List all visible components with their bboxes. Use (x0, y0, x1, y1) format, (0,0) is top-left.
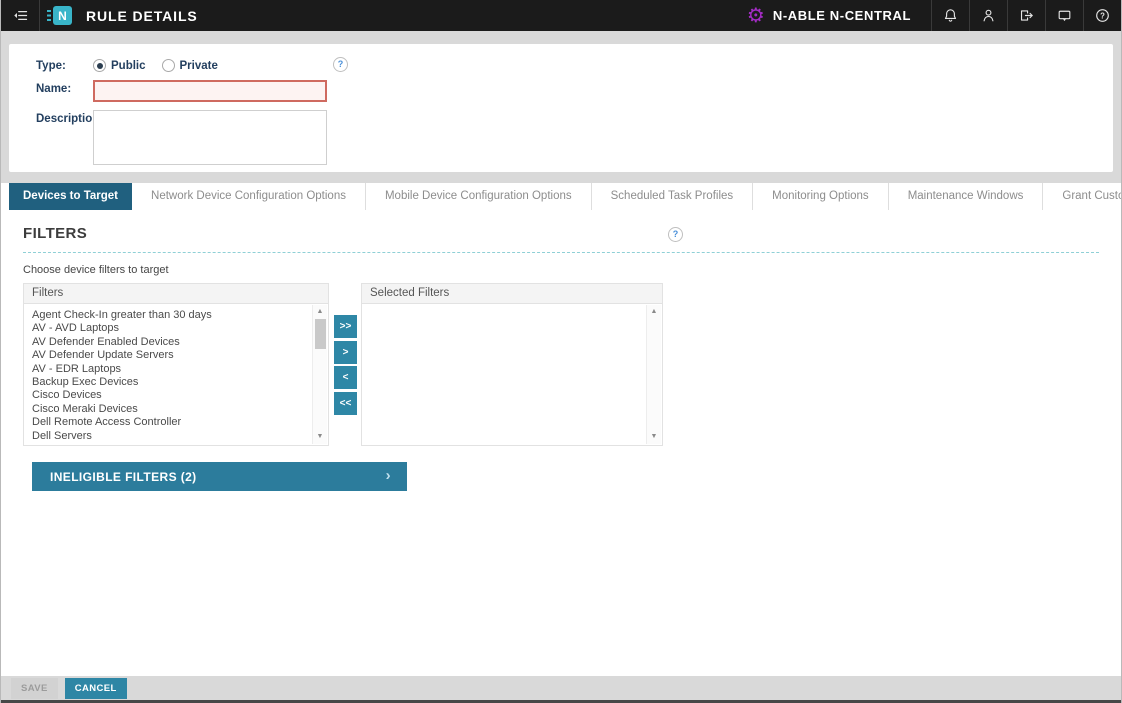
type-row: Type: Public Private (36, 57, 1113, 72)
move-all-left-button[interactable]: << (334, 392, 357, 415)
filter-option[interactable]: Agent Check-In greater than 30 days (32, 309, 308, 322)
scrollbar-thumb[interactable] (315, 319, 326, 349)
form-section: Type: Public Private ? Name: Description… (1, 31, 1121, 183)
scroll-up-icon[interactable]: ▲ (647, 307, 661, 317)
name-label: Name: (36, 80, 93, 95)
description-row: Description: (36, 110, 1113, 165)
cancel-button[interactable]: CANCEL (65, 678, 127, 699)
ineligible-filters-expander[interactable]: INELIGIBLE FILTERS (2) › (32, 462, 407, 491)
move-right-button[interactable]: > (334, 341, 357, 364)
save-button[interactable]: SAVE (11, 678, 58, 699)
tab-network-device-configuration-options[interactable]: Network Device Configuration Options (132, 183, 366, 210)
type-public-label: Public (111, 60, 146, 72)
filter-option[interactable]: AV Defender Update Servers (32, 349, 308, 362)
available-filters-box: Filters Agent Check-In greater than 30 d… (23, 283, 329, 446)
ncentral-logo-icon: N (53, 6, 72, 25)
filters-section-header: FILTERS (23, 210, 1099, 253)
tab-bar: Devices to Target Network Device Configu… (1, 183, 1121, 210)
filter-option[interactable]: Dell Remote Access Controller (32, 416, 308, 429)
available-filters-scrollbar[interactable]: ▲ ▼ (312, 305, 327, 444)
type-public-radio[interactable] (93, 59, 106, 72)
tab-grant-customers-sites-access[interactable]: Grant Customers & Sites Access (1043, 183, 1122, 210)
footer-bar: SAVE CANCEL (1, 676, 1121, 700)
selected-filters-box: Selected Filters ▲ ▼ (361, 283, 663, 446)
filters-subtitle: Choose device filters to target (23, 264, 1099, 276)
rule-details-page: N RULE DETAILS ⚙ N-ABLE N-CENTRAL (0, 0, 1122, 703)
chevron-right-icon: › (386, 467, 391, 484)
filter-option[interactable]: AV Defender Enabled Devices (32, 336, 308, 349)
feedback-chat-icon[interactable] (1045, 0, 1083, 31)
filter-option[interactable]: AV - EDR Laptops (32, 363, 308, 376)
filter-option[interactable]: Cisco Meraki Devices (32, 403, 308, 416)
filters-title: FILTERS (23, 225, 1099, 243)
filter-option[interactable]: Dell Servers (32, 430, 308, 443)
tab-scheduled-task-profiles[interactable]: Scheduled Task Profiles (592, 183, 754, 210)
type-private-label: Private (180, 60, 218, 72)
name-row: Name: (36, 80, 1113, 102)
available-filters-header: Filters (23, 283, 329, 304)
nable-brand: ⚙ N-ABLE N-CENTRAL (747, 0, 931, 31)
top-bar: N RULE DETAILS ⚙ N-ABLE N-CENTRAL (1, 0, 1121, 31)
selected-filters-scrollbar[interactable]: ▲ ▼ (646, 305, 661, 444)
filter-option[interactable]: AV - AVD Laptops (32, 322, 308, 335)
collapse-menu-icon[interactable] (1, 0, 39, 31)
type-label: Type: (36, 57, 93, 72)
filters-help-icon[interactable]: ? (668, 227, 683, 242)
scroll-up-icon[interactable]: ▲ (313, 307, 327, 317)
filter-option[interactable]: Backup Exec Devices (32, 376, 308, 389)
transfer-buttons: >> > < << (334, 315, 357, 415)
available-filters-list[interactable]: Agent Check-In greater than 30 days AV -… (23, 304, 329, 446)
header-divider (39, 0, 40, 31)
tab-mobile-device-configuration-options[interactable]: Mobile Device Configuration Options (366, 183, 592, 210)
page-title: RULE DETAILS (86, 8, 198, 24)
scroll-down-icon[interactable]: ▼ (313, 432, 327, 442)
ineligible-filters-label: INELIGIBLE FILTERS (2) (50, 470, 197, 484)
tab-devices-to-target[interactable]: Devices to Target (9, 183, 132, 210)
brand-name: N-ABLE N-CENTRAL (773, 8, 911, 23)
help-icon[interactable]: ? (1083, 0, 1121, 31)
tab-maintenance-windows[interactable]: Maintenance Windows (889, 183, 1044, 210)
notifications-bell-icon[interactable] (931, 0, 969, 31)
dual-listbox: Filters Agent Check-In greater than 30 d… (23, 283, 1099, 446)
svg-text:?: ? (1100, 11, 1105, 20)
user-account-icon[interactable] (969, 0, 1007, 31)
type-radio-group: Public Private (93, 57, 234, 72)
tab-monitoring-options[interactable]: Monitoring Options (753, 183, 889, 210)
filter-option[interactable]: Cisco Devices (32, 389, 308, 402)
move-left-button[interactable]: < (334, 366, 357, 389)
rule-form-card: Type: Public Private ? Name: Description… (9, 44, 1113, 172)
description-input[interactable] (93, 110, 327, 165)
selected-filters-list[interactable]: ▲ ▼ (361, 304, 663, 446)
name-input[interactable] (93, 80, 327, 102)
type-private-radio[interactable] (162, 59, 175, 72)
top-bar-right: ⚙ N-ABLE N-CENTRAL (747, 0, 1121, 31)
devices-to-target-panel: FILTERS ? Choose device filters to targe… (1, 210, 1121, 676)
description-label: Description: (36, 110, 93, 125)
move-all-right-button[interactable]: >> (334, 315, 357, 338)
selected-filters-header: Selected Filters (361, 283, 663, 304)
form-help-icon[interactable]: ? (333, 57, 348, 72)
logout-icon[interactable] (1007, 0, 1045, 31)
scroll-down-icon[interactable]: ▼ (647, 432, 661, 442)
top-bar-left: N RULE DETAILS (1, 0, 198, 31)
nable-logo-icon: ⚙ (747, 0, 765, 31)
